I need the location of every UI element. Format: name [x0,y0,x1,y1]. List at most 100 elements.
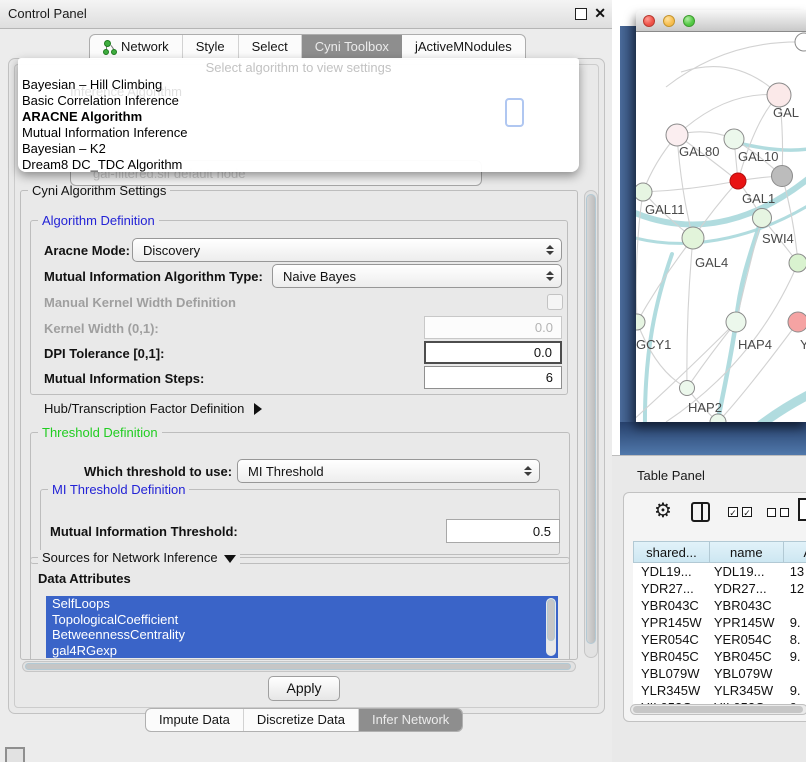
network-node[interactable] [682,227,704,249]
data-attribute-item[interactable]: TopologicalCoefficient [46,612,558,628]
apply-button[interactable]: Apply [268,676,340,701]
table-cell[interactable]: 9. [784,614,806,631]
table-cell[interactable]: 12 [784,580,806,597]
gear-icon[interactable]: ⚙ [654,501,672,521]
network-node[interactable] [795,33,806,51]
network-node[interactable] [789,254,806,272]
tab-infer-network[interactable]: Infer Network [359,709,462,731]
network-node[interactable] [753,209,772,228]
select-all-checkboxes-icon[interactable]: ✓✓ [728,507,752,517]
zoom-traffic-light[interactable] [683,15,695,27]
table-cell[interactable]: 13 [784,563,806,580]
list-scrollbar[interactable] [546,598,556,656]
kernel-width-field[interactable]: 0.0 [424,316,562,339]
algorithm-option[interactable]: Dream8 DC_TDC Algorithm [18,157,579,173]
network-node[interactable] [666,124,688,146]
table-row[interactable]: YER054CYER054C8. [633,631,806,648]
collapse-arrow-icon[interactable] [224,555,236,563]
network-node[interactable] [767,83,791,107]
dpi-tolerance-field[interactable]: 0.0 [424,341,562,364]
tab-network[interactable]: Network [90,35,183,59]
table-cell[interactable]: YDL19... [710,563,784,580]
table-cell[interactable]: YDR27... [710,580,784,597]
settings-horizontal-scrollbar[interactable] [22,661,576,672]
settings-hscroll-thumb[interactable] [25,663,571,670]
table-row[interactable]: YDR27...YDR27...12 [633,580,806,597]
table-column-header[interactable]: shared... [633,541,710,563]
table-cell[interactable]: YBR043C [710,597,784,614]
table-cell[interactable]: YBR045C [710,648,784,665]
tab-style[interactable]: Style [183,35,239,59]
table-cell[interactable]: YDR27... [633,580,710,597]
table-row[interactable]: YLR345WYLR345W9. [633,682,806,699]
network-node[interactable] [772,166,793,187]
network-node[interactable] [680,381,695,396]
table-cell[interactable]: YPR145W [710,614,784,631]
mi-threshold-field[interactable]: 0.5 [446,519,560,543]
network-node[interactable] [636,183,652,201]
table-row[interactable]: YBR045CYBR045C9. [633,648,806,665]
data-attribute-item[interactable]: BetweennessCentrality [46,627,558,643]
network-node[interactable] [724,129,744,149]
table-cell[interactable]: YPR145W [633,614,710,631]
table-row[interactable]: YBR043CYBR043C [633,597,806,614]
mi-algorithm-type-combo[interactable]: Naive Bayes [272,264,562,288]
table-cell[interactable]: YBL079W [633,665,710,682]
network-canvas[interactable]: GALGAL80GAL10GAL1GAL11SWI4GAL4GCY1HAP4YH… [636,32,806,422]
tab-cyni-toolbox[interactable]: Cyni Toolbox [302,35,402,59]
algorithm-option[interactable]: ARACNE Algorithm [18,109,579,125]
tab-discretize-data[interactable]: Discretize Data [244,709,359,731]
tab-select[interactable]: Select [239,35,302,59]
table-cell[interactable]: YER054C [710,631,784,648]
settings-vertical-scrollbar[interactable] [584,190,598,658]
data-attribute-item[interactable]: SelfLoops [46,596,558,612]
table-cell[interactable]: 8. [784,631,806,648]
table-cell[interactable]: YBL079W [710,665,784,682]
deselect-all-checkboxes-icon[interactable] [767,507,789,517]
network-window-titlebar[interactable] [636,10,806,32]
table-horizontal-scrollbar[interactable] [630,704,806,715]
table-row[interactable]: YPR145WYPR145W9. [633,614,806,631]
which-threshold-combo[interactable]: MI Threshold [237,459,540,483]
network-node[interactable] [788,312,806,332]
settings-vscroll-thumb[interactable] [586,194,596,644]
network-node[interactable] [726,312,746,332]
table-hscroll-thumb[interactable] [633,706,803,713]
close-icon[interactable]: ✕ [594,5,606,22]
algorithm-option[interactable]: Basic Correlation Inference [18,93,579,109]
table-cell[interactable]: YBR045C [633,648,710,665]
algorithm-option[interactable]: Bayesian – Hill Climbing [18,77,579,93]
algorithm-option[interactable]: Bayesian – K2 [18,141,579,157]
network-view-window[interactable]: GALGAL80GAL10GAL1GAL11SWI4GAL4GCY1HAP4YH… [636,10,806,422]
columns-icon[interactable] [691,502,710,522]
table-cell[interactable]: YER054C [633,631,710,648]
aracne-mode-combo[interactable]: Discovery [132,238,562,262]
data-attribute-item[interactable]: gal4RGexp [46,643,558,659]
manual-kernel-width-checkbox[interactable] [547,294,563,310]
table-cell[interactable] [784,597,806,614]
table-row[interactable]: YDL19...YDL19...13 [633,563,806,580]
network-node[interactable] [730,173,746,189]
close-traffic-light[interactable] [643,15,655,27]
new-table-icon[interactable] [798,498,806,521]
table-column-header[interactable]: A [784,541,806,563]
table-cell[interactable]: 9. [784,682,806,699]
expander-arrow-icon[interactable] [254,403,262,415]
minimize-traffic-light[interactable] [663,15,675,27]
table-cell[interactable] [784,665,806,682]
table-cell[interactable]: YLR345W [710,682,784,699]
table-column-header[interactable]: name [710,541,784,563]
mi-steps-field[interactable]: 6 [424,366,562,389]
dock-corner-icon[interactable] [5,747,25,762]
float-window-icon[interactable] [575,8,587,20]
table-row[interactable]: YBL079WYBL079W [633,665,806,682]
table-cell[interactable]: YLR345W [633,682,710,699]
tab-jactivemnodules[interactable]: jActiveMNodules [402,35,525,59]
algorithm-option[interactable]: Mutual Information Inference [18,125,579,141]
table-cell[interactable]: 9. [784,648,806,665]
network-node[interactable] [636,314,645,330]
table-cell[interactable]: YBR043C [633,597,710,614]
table-cell[interactable]: YDL19... [633,563,710,580]
tab-impute-data[interactable]: Impute Data [146,709,244,731]
hub-definition-expander[interactable]: Hub/Transcription Factor Definition [44,400,262,418]
